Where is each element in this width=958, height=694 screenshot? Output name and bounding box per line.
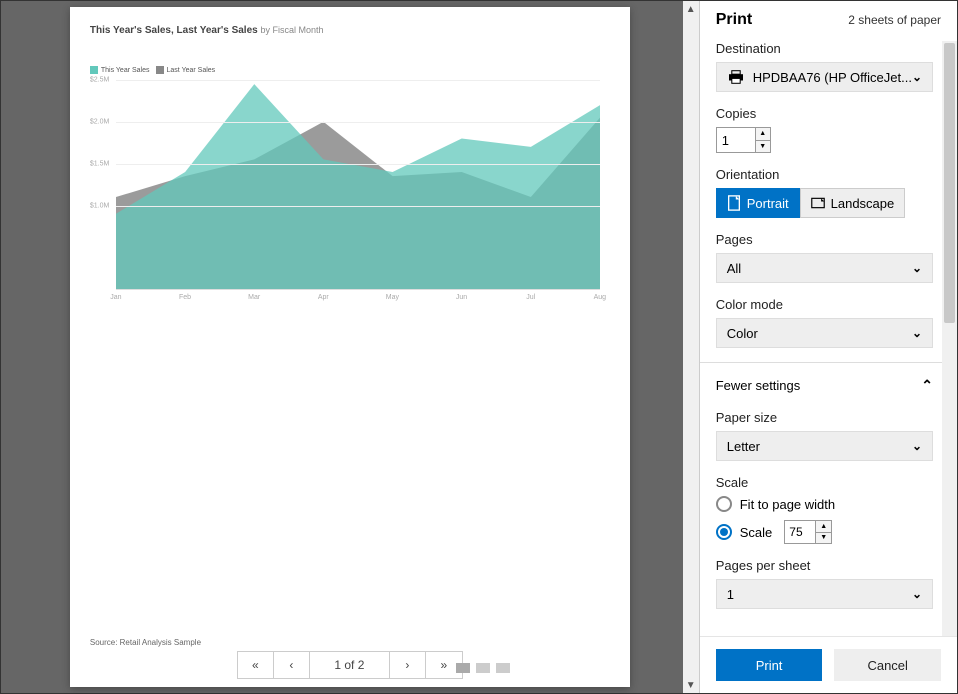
fit-width-radio[interactable] xyxy=(716,496,732,512)
print-footer: Print Cancel xyxy=(700,636,957,693)
scroll-track[interactable] xyxy=(683,17,699,677)
legend-label-1: This Year Sales xyxy=(101,67,150,74)
print-settings-panel: Print 2 sheets of paper Destination HPDB… xyxy=(699,1,957,693)
chevron-down-icon: ⌄ xyxy=(912,70,922,84)
color-mode-value: Color xyxy=(727,326,758,341)
chart-source-text: Source: Retail Analysis Sample xyxy=(90,638,201,647)
copies-label: Copies xyxy=(716,106,933,121)
scale-option-label: Scale xyxy=(740,525,773,540)
destination-dropdown[interactable]: HPDBAA76 (HP OfficeJet... ⌄ xyxy=(716,62,933,92)
chevron-down-icon: ⌄ xyxy=(912,439,922,453)
portrait-button[interactable]: Portrait xyxy=(716,188,800,218)
settings-scrollbar[interactable] xyxy=(942,41,957,636)
settings-divider xyxy=(700,362,953,363)
thumbnail-1[interactable] xyxy=(456,663,470,673)
color-mode-dropdown[interactable]: Color ⌄ xyxy=(716,318,933,348)
print-button[interactable]: Print xyxy=(716,649,823,681)
copies-stepper[interactable]: ▲ ▼ xyxy=(716,127,771,153)
prev-page-button[interactable]: ‹ xyxy=(274,652,310,678)
next-page-button[interactable]: › xyxy=(390,652,426,678)
scale-stepper[interactable]: ▲ ▼ xyxy=(784,520,832,544)
landscape-button[interactable]: Landscape xyxy=(800,188,906,218)
preview-page: This Year's Sales, Last Year's Sales by … xyxy=(70,7,630,687)
scale-up-icon[interactable]: ▲ xyxy=(816,521,831,533)
chevron-down-icon: ⌄ xyxy=(912,587,922,601)
preview-scrollbar[interactable]: ▲ ▼ xyxy=(683,1,699,693)
destination-label: Destination xyxy=(716,41,933,56)
cancel-button[interactable]: Cancel xyxy=(834,649,941,681)
chevron-down-icon: ⌄ xyxy=(912,261,922,275)
paper-size-dropdown[interactable]: Letter ⌄ xyxy=(716,431,933,461)
sheet-count: 2 sheets of paper xyxy=(848,13,941,27)
pages-value: All xyxy=(727,261,741,276)
print-header: Print 2 sheets of paper xyxy=(700,1,957,41)
scroll-up-icon[interactable]: ▲ xyxy=(683,1,699,17)
fit-width-label: Fit to page width xyxy=(740,497,835,512)
scroll-down-icon[interactable]: ▼ xyxy=(683,677,699,693)
color-mode-label: Color mode xyxy=(716,297,933,312)
page-navigator: « ‹ 1 of 2 › » xyxy=(237,651,463,679)
pages-per-sheet-dropdown[interactable]: 1 ⌄ xyxy=(716,579,933,609)
legend-swatch-gray xyxy=(156,66,164,74)
portrait-icon xyxy=(727,195,741,211)
chart-title-sub: by Fiscal Month xyxy=(260,25,323,35)
paper-size-setting: Paper size Letter ⌄ xyxy=(716,410,953,461)
destination-value: HPDBAA76 (HP OfficeJet... xyxy=(753,70,912,85)
scale-radio-row[interactable]: Scale ▲ ▼ xyxy=(716,520,933,544)
print-preview-pane: This Year's Sales, Last Year's Sales by … xyxy=(1,1,699,693)
scale-setting: Scale Fit to page width Scale ▲ ▼ xyxy=(716,475,953,544)
chevron-up-icon: ⌃ xyxy=(921,377,933,394)
legend-label-2: Last Year Sales xyxy=(167,67,216,74)
chart-title: This Year's Sales, Last Year's Sales by … xyxy=(90,25,610,36)
thumbnail-3[interactable] xyxy=(496,663,510,673)
pages-setting: Pages All ⌄ xyxy=(716,232,953,283)
destination-setting: Destination HPDBAA76 (HP OfficeJet... ⌄ xyxy=(716,41,953,92)
chart-legend: This Year Sales Last Year Sales xyxy=(90,66,610,74)
landscape-icon xyxy=(811,195,825,211)
fit-width-radio-row[interactable]: Fit to page width xyxy=(716,496,933,512)
first-page-button[interactable]: « xyxy=(238,652,274,678)
fewer-settings-label: Fewer settings xyxy=(716,378,801,393)
print-title: Print xyxy=(716,11,752,29)
chart-title-main: This Year's Sales, Last Year's Sales xyxy=(90,25,258,36)
landscape-label: Landscape xyxy=(831,196,895,211)
page-thumbnails xyxy=(456,663,510,673)
pages-dropdown[interactable]: All ⌄ xyxy=(716,253,933,283)
paper-size-label: Paper size xyxy=(716,410,933,425)
orientation-setting: Orientation Portrait Landscape xyxy=(716,167,953,218)
color-mode-setting: Color mode Color ⌄ xyxy=(716,297,953,348)
legend-item-this-year: This Year Sales xyxy=(90,66,150,74)
legend-swatch-teal xyxy=(90,66,98,74)
print-settings-body: Destination HPDBAA76 (HP OfficeJet... ⌄ … xyxy=(700,41,957,636)
chart-plot-area: $1.0M$1.5M$2.0M$2.5MJanFebMarAprMayJunJu… xyxy=(116,80,600,290)
scale-radio[interactable] xyxy=(716,524,732,540)
scale-down-icon[interactable]: ▼ xyxy=(816,533,831,544)
chevron-down-icon: ⌄ xyxy=(912,326,922,340)
thumbnail-2[interactable] xyxy=(476,663,490,673)
pages-per-sheet-label: Pages per sheet xyxy=(716,558,933,573)
copies-setting: Copies ▲ ▼ xyxy=(716,106,953,153)
portrait-label: Portrait xyxy=(747,196,789,211)
scrollbar-thumb[interactable] xyxy=(944,43,955,323)
copies-input[interactable] xyxy=(717,128,755,152)
pages-per-sheet-setting: Pages per sheet 1 ⌄ xyxy=(716,558,953,609)
printer-icon xyxy=(727,70,745,84)
copies-down-icon[interactable]: ▼ xyxy=(756,141,770,153)
scale-label: Scale xyxy=(716,475,933,490)
page-indicator: 1 of 2 xyxy=(310,652,390,678)
orientation-label: Orientation xyxy=(716,167,933,182)
pages-label: Pages xyxy=(716,232,933,247)
scale-input[interactable] xyxy=(785,521,815,543)
pages-per-sheet-value: 1 xyxy=(727,587,734,602)
copies-up-icon[interactable]: ▲ xyxy=(756,128,770,141)
area-chart-svg xyxy=(116,80,600,289)
paper-size-value: Letter xyxy=(727,439,760,454)
fewer-settings-toggle[interactable]: Fewer settings ⌃ xyxy=(716,377,953,394)
legend-item-last-year: Last Year Sales xyxy=(156,66,216,74)
